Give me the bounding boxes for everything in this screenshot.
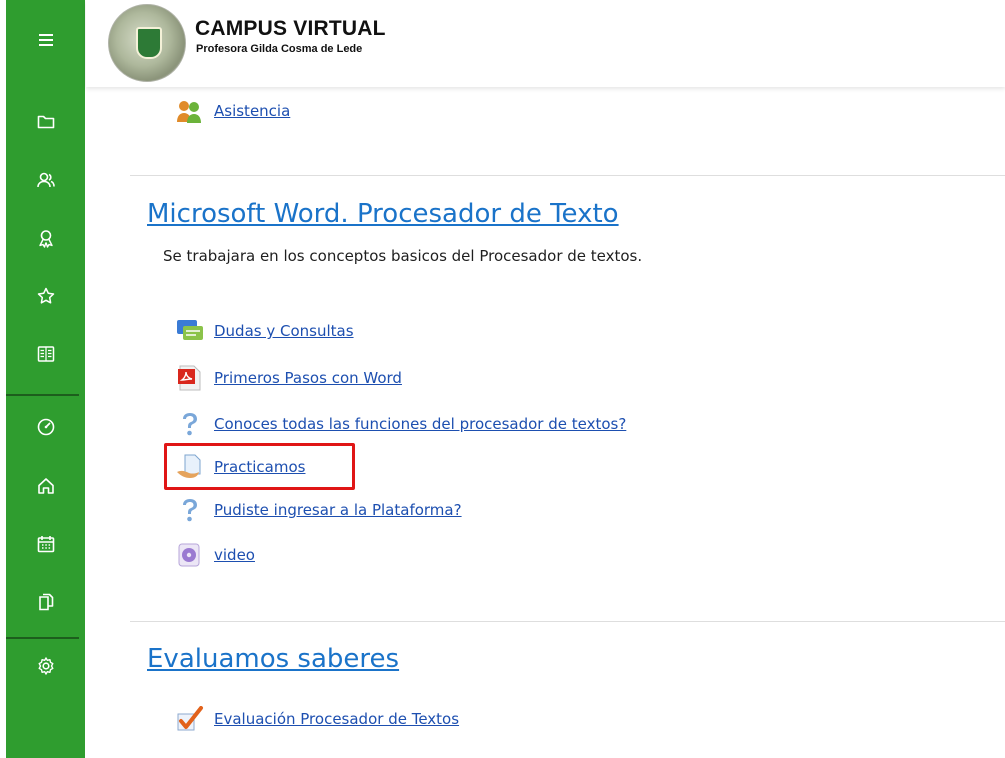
rail-item-dashboard[interactable] — [6, 407, 85, 447]
section-title-word[interactable]: Microsoft Word. Procesador de Texto — [147, 199, 619, 229]
school-crest-icon — [136, 27, 162, 59]
badge-icon — [38, 230, 53, 248]
activity-quiz[interactable]: Evaluación Procesador de Textos — [176, 706, 459, 732]
nav-rail — [0, 0, 86, 758]
course-content: Asistencia Microsoft Word. Procesador de… — [86, 87, 1005, 758]
rail-separator — [6, 637, 79, 639]
quiz-check-icon — [176, 706, 204, 732]
question-icon — [176, 497, 204, 523]
video-icon — [176, 542, 204, 568]
rail-item-private-files[interactable] — [6, 582, 85, 622]
folder-icon — [37, 115, 54, 129]
nav-rail-background — [6, 0, 85, 758]
activity-link[interactable]: Asistencia — [214, 102, 290, 120]
grades-book-icon — [37, 346, 54, 362]
site-logo[interactable] — [108, 4, 186, 82]
highlight-box — [164, 443, 355, 490]
hamburger-menu-icon — [38, 34, 53, 46]
hamburger-menu-button[interactable] — [6, 20, 85, 60]
files-icon — [38, 593, 53, 611]
rail-item-grades[interactable] — [6, 334, 85, 374]
rail-separator — [6, 394, 79, 396]
rail-item-site-admin[interactable] — [6, 646, 85, 686]
activity-pdf-resource[interactable]: Primeros Pasos con Word — [176, 365, 402, 391]
pdf-icon — [176, 365, 204, 391]
home-icon — [37, 478, 54, 494]
section-title-evaluation[interactable]: Evaluamos saberes — [147, 644, 399, 674]
dashboard-gauge-icon — [37, 418, 54, 436]
section-divider — [130, 175, 1005, 176]
question-icon — [176, 411, 204, 437]
activity-question-1[interactable]: Conoces todas las funciones del procesad… — [176, 411, 626, 437]
site-subtitle: Profesora Gilda Cosma de Lede — [196, 43, 363, 55]
participants-icon — [36, 172, 55, 188]
attendance-icon — [176, 98, 204, 124]
activity-link[interactable]: Primeros Pasos con Word — [214, 369, 402, 387]
activity-link[interactable]: Dudas y Consultas — [214, 322, 354, 340]
rail-item-competencies[interactable] — [6, 276, 85, 316]
activity-link[interactable]: video — [214, 546, 255, 564]
activity-video[interactable]: video — [176, 542, 255, 568]
rail-item-participants[interactable] — [6, 160, 85, 200]
activity-link[interactable]: Evaluación Procesador de Textos — [214, 710, 459, 728]
activity-attendance[interactable]: Asistencia — [176, 98, 290, 124]
rail-item-calendar[interactable] — [6, 524, 85, 564]
calendar-icon — [37, 536, 54, 553]
section-divider — [130, 621, 1005, 622]
activity-question-2[interactable]: Pudiste ingresar a la Plataforma? — [176, 497, 462, 523]
forum-icon — [176, 318, 204, 344]
rail-item-badges[interactable] — [6, 218, 85, 258]
activity-forum[interactable]: Dudas y Consultas — [176, 318, 354, 344]
section-summary: Se trabajara en los conceptos basicos de… — [163, 247, 643, 265]
settings-gear-icon — [38, 657, 53, 675]
activity-link[interactable]: Pudiste ingresar a la Plataforma? — [214, 501, 462, 519]
site-header: CAMPUS VIRTUAL Profesora Gilda Cosma de … — [86, 0, 1005, 87]
rail-item-course[interactable] — [6, 102, 85, 142]
site-title[interactable]: CAMPUS VIRTUAL — [195, 17, 386, 41]
star-icon — [37, 287, 54, 304]
activity-link[interactable]: Conoces todas las funciones del procesad… — [214, 415, 626, 433]
rail-item-home[interactable] — [6, 466, 85, 506]
